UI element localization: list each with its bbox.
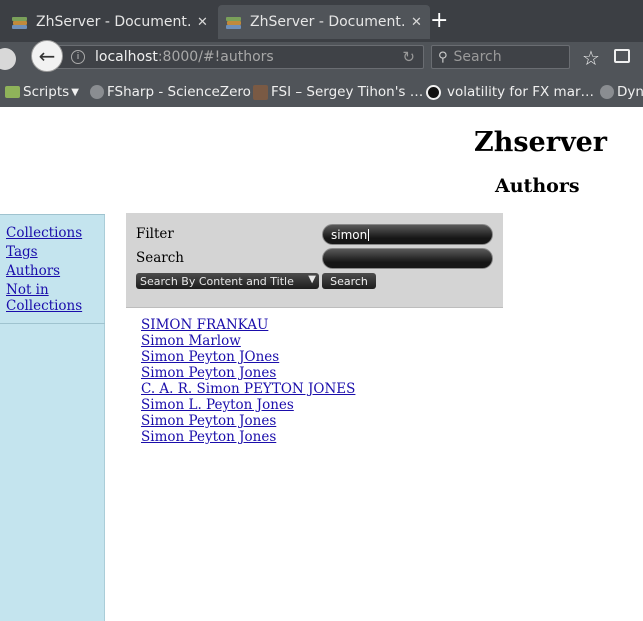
info-icon[interactable]: i	[71, 50, 85, 64]
url-bar[interactable]: i localhost:8000/#!authors ↻	[52, 45, 424, 69]
close-icon[interactable]: ✕	[197, 15, 208, 30]
url-path: :8000/#!authors	[157, 49, 274, 65]
bookmark-dyn[interactable]: Dyn	[600, 84, 643, 100]
sidebar-item-not-in-collections[interactable]: Not in	[6, 282, 49, 298]
filter-label: Filter	[136, 226, 174, 242]
page-title: Authors	[495, 175, 580, 197]
sidebar-item-authors[interactable]: Authors	[6, 263, 60, 279]
bookmark-scripts[interactable]: Scripts ▼	[5, 84, 79, 100]
avatar-icon	[253, 84, 268, 100]
bookmark-fsi[interactable]: FSI – Sergey Tihon's …	[253, 84, 423, 100]
bookmark-label: Dyn	[617, 84, 643, 100]
tab-bar: ZhServer - Document… ✕ ZhServer - Docume…	[0, 0, 643, 42]
url-host: localhost	[95, 49, 158, 65]
reload-icon[interactable]: ↻	[402, 48, 415, 66]
author-results-list: SIMON FRANKAU Simon Marlow Simon Peyton …	[141, 317, 355, 445]
chevron-down-icon: ▼	[308, 274, 316, 285]
author-link[interactable]: SIMON FRANKAU	[141, 317, 355, 333]
library-icon[interactable]	[614, 49, 630, 63]
tab-title: ZhServer - Document…	[36, 14, 191, 30]
tab-1[interactable]: ZhServer - Document… ✕	[4, 5, 216, 39]
bookmark-label: volatility for FX mar…	[447, 84, 595, 100]
globe-icon	[90, 85, 104, 99]
tab-title: ZhServer - Document…	[250, 14, 405, 30]
github-icon	[426, 84, 441, 100]
author-link[interactable]: Simon Peyton Jones	[141, 429, 355, 445]
bookmark-label: Scripts	[23, 84, 70, 100]
text-cursor	[368, 228, 370, 241]
filter-panel: Filter simon Search Search By Content an…	[126, 213, 503, 308]
chevron-down-icon: ▼	[71, 86, 79, 98]
search-icon: ⚲	[438, 49, 448, 65]
sidebar-item-tags[interactable]: Tags	[6, 244, 38, 260]
search-label: Search	[136, 250, 184, 266]
author-link[interactable]: Simon L. Peyton Jones	[141, 397, 355, 413]
close-icon[interactable]: ✕	[411, 15, 422, 30]
sidebar-item-not-in-collections-2[interactable]: Collections	[6, 298, 82, 314]
globe-icon	[600, 85, 614, 99]
search-mode-select[interactable]: Search By Content and Title ▼	[136, 273, 319, 289]
author-link[interactable]: C. A. R. Simon PEYTON JONES	[141, 381, 355, 397]
author-link[interactable]: Simon Peyton JOnes	[141, 349, 355, 365]
new-tab-button[interactable]: +	[430, 10, 448, 32]
search-input[interactable]	[322, 248, 493, 269]
author-link[interactable]: Simon Peyton Jones	[141, 413, 355, 429]
rss-icon[interactable]	[0, 48, 16, 70]
folder-icon	[5, 86, 20, 98]
filter-value: simon	[331, 227, 368, 242]
bookmarks-toolbar: Scripts ▼ FSharp - ScienceZero FSI – Ser…	[0, 80, 643, 107]
search-button[interactable]: Search	[322, 273, 376, 289]
site-title: Zhserver	[474, 127, 608, 158]
search-placeholder: Search	[453, 49, 502, 65]
bookmark-volatility[interactable]: volatility for FX mar…	[426, 84, 594, 100]
sidebar-nav: Collections Tags Authors Not in Collecti…	[0, 214, 105, 324]
books-icon	[12, 15, 28, 29]
bookmark-label: FSharp - ScienceZero	[107, 84, 251, 100]
sidebar-item-collections[interactable]: Collections	[6, 225, 82, 241]
author-link[interactable]: Simon Marlow	[141, 333, 355, 349]
tab-2[interactable]: ZhServer - Document… ✕	[218, 5, 430, 39]
back-button[interactable]: ←	[31, 40, 63, 72]
browser-search-input[interactable]: ⚲ Search	[431, 45, 570, 69]
filter-input[interactable]: simon	[322, 224, 493, 245]
page-content: Zhserver Authors Collections Tags Author…	[0, 107, 643, 621]
books-icon	[226, 15, 242, 29]
bookmark-label: FSI – Sergey Tihon's …	[271, 84, 424, 100]
bookmark-star-icon[interactable]: ☆	[582, 46, 600, 70]
author-link[interactable]: Simon Peyton Jones	[141, 365, 355, 381]
bookmark-fsharp[interactable]: FSharp - ScienceZero	[90, 84, 251, 100]
sidebar: Collections Tags Authors Not in Collecti…	[0, 214, 105, 621]
search-mode-value: Search By Content and Title	[140, 274, 294, 288]
